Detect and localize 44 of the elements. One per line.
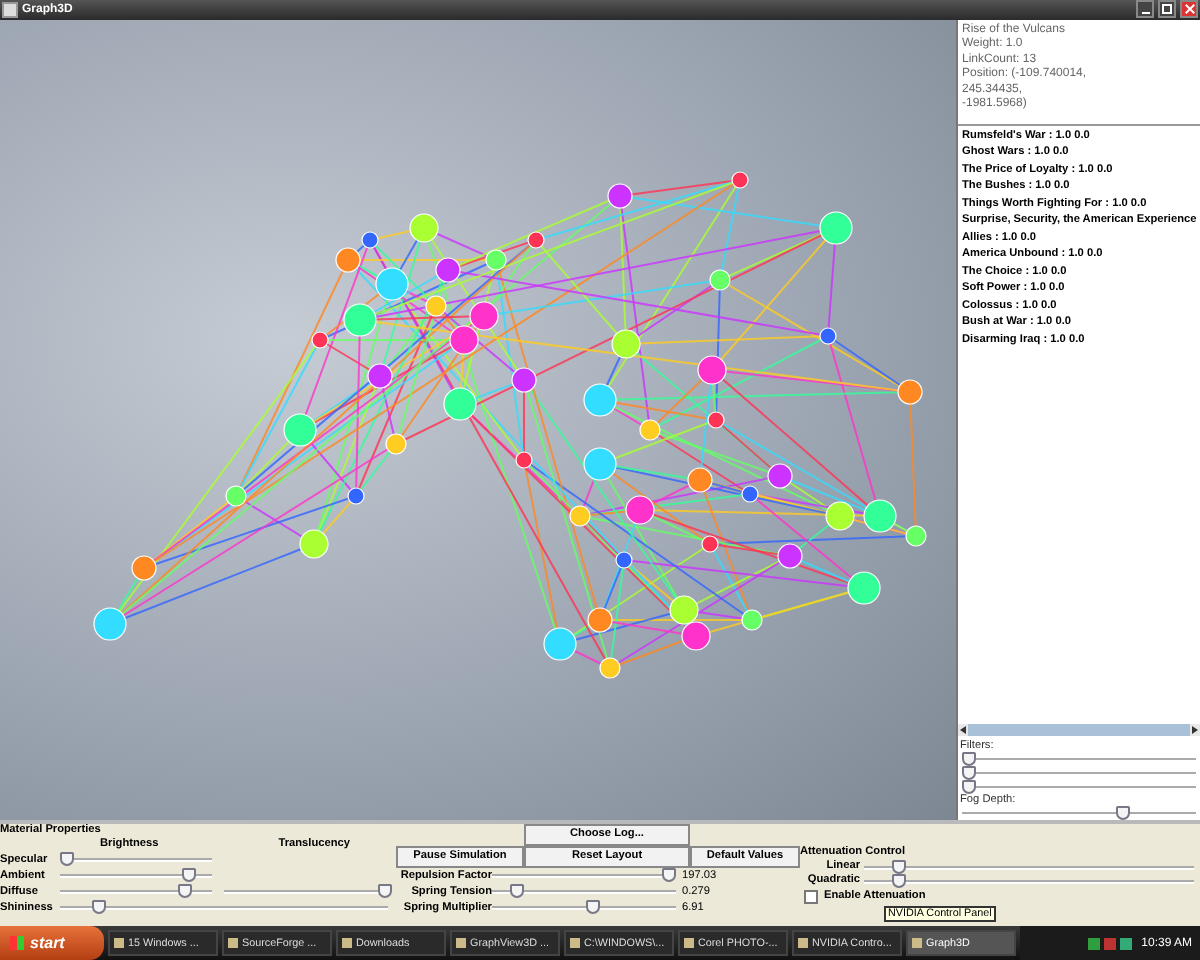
slider[interactable] <box>962 751 1196 766</box>
slider-thumb[interactable] <box>892 873 907 888</box>
slider-thumb[interactable] <box>1116 805 1130 820</box>
checkbox[interactable] <box>804 889 818 904</box>
window-icon <box>114 938 124 948</box>
slider-thumb[interactable] <box>662 868 676 883</box>
slider[interactable] <box>60 852 212 867</box>
window-icon <box>798 938 808 948</box>
close-button[interactable] <box>1180 0 1198 19</box>
slider-thumb[interactable] <box>509 884 523 899</box>
app-icon <box>2 1 18 18</box>
start-button[interactable]: start <box>0 926 104 960</box>
slider[interactable] <box>864 873 1194 888</box>
windows-flag-icon <box>10 936 24 950</box>
slider-thumb[interactable] <box>962 751 976 766</box>
slider-thumb[interactable] <box>177 884 192 899</box>
window-icon <box>228 938 238 948</box>
minimize-button[interactable] <box>1136 0 1154 19</box>
slider-thumb[interactable] <box>181 868 196 883</box>
window-icon <box>684 938 694 948</box>
window-icon <box>456 938 466 948</box>
slider-thumb[interactable] <box>60 852 74 867</box>
slider[interactable] <box>492 884 676 899</box>
slider-thumb[interactable] <box>91 900 106 915</box>
slider[interactable] <box>864 859 1194 874</box>
scroll-right-icon[interactable] <box>1192 725 1198 734</box>
slider-thumb[interactable] <box>585 900 600 915</box>
slider-thumb[interactable] <box>892 859 907 874</box>
slider[interactable] <box>962 765 1196 780</box>
window-icon <box>912 938 922 948</box>
slider[interactable] <box>224 884 392 899</box>
slider-thumb[interactable] <box>378 884 392 899</box>
slider[interactable] <box>60 900 388 915</box>
window-icon <box>342 938 352 948</box>
slider-thumb[interactable] <box>962 765 976 780</box>
slider[interactable] <box>962 805 1196 820</box>
slider-thumb[interactable] <box>962 779 976 794</box>
slider[interactable] <box>60 868 212 883</box>
window-icon <box>570 938 580 948</box>
slider[interactable] <box>492 868 676 883</box>
slider[interactable] <box>60 884 212 899</box>
slider[interactable] <box>962 779 1196 794</box>
slider[interactable] <box>492 900 676 915</box>
restore-button[interactable] <box>1158 0 1176 19</box>
